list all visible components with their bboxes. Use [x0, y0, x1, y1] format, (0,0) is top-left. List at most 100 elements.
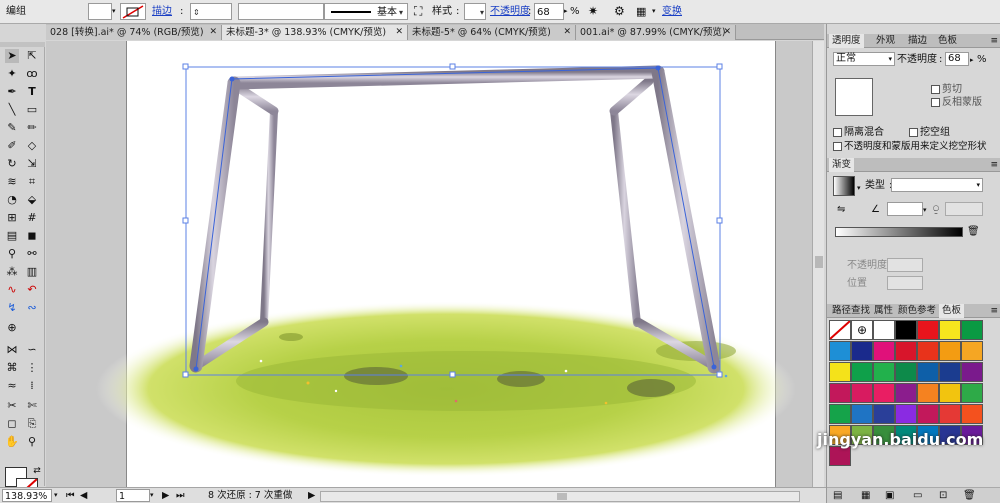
anchor-point[interactable]: [711, 364, 717, 370]
new-color-group-icon[interactable]: ▭: [913, 490, 922, 502]
close-icon[interactable]: ✕: [395, 25, 403, 40]
eyedropper-tool-icon[interactable]: ⚲: [5, 247, 19, 261]
swatch-library-icon[interactable]: ▤: [833, 490, 842, 502]
crystallize-tool-icon[interactable]: ⁞: [25, 379, 39, 393]
symbol-sprayer-tool-icon[interactable]: ⁂: [5, 265, 19, 279]
blend-mode-select[interactable]: 正常 ▾: [833, 52, 895, 66]
perspective-grid-tool-icon[interactable]: ⊞: [5, 211, 19, 225]
tab-document-028[interactable]: 028 [转换].ai* @ 74% (RGB/预览) ✕: [46, 25, 222, 40]
color-swatch[interactable]: [829, 362, 851, 382]
scale-tool-icon[interactable]: ⇲: [25, 157, 39, 171]
color-swatch[interactable]: [939, 383, 961, 403]
lasso-tool-icon[interactable]: ꝏ: [25, 67, 39, 81]
gradient-slider[interactable]: [835, 227, 963, 237]
tab-swatches[interactable]: 色板: [935, 34, 960, 48]
tab-transparency[interactable]: 透明度: [829, 34, 864, 48]
scrollbar-thumb[interactable]: [557, 493, 567, 500]
white-swatch[interactable]: [873, 320, 895, 340]
tab-gradient[interactable]: 渐变: [829, 158, 855, 172]
selection-handle[interactable]: [182, 217, 189, 224]
color-swatch[interactable]: [917, 383, 939, 403]
chevron-down-icon[interactable]: ▾: [150, 489, 154, 502]
next-page-icon[interactable]: ▶: [162, 489, 169, 502]
anchor-convert-tool-icon[interactable]: ∿: [5, 283, 19, 297]
line-tool-icon[interactable]: ╲: [5, 103, 19, 117]
color-swatch[interactable]: [939, 320, 961, 340]
direct-selection-tool-icon[interactable]: ⇱: [25, 49, 39, 63]
knockout-group-checkbox[interactable]: 挖空组: [909, 127, 950, 139]
show-swatch-kinds-icon[interactable]: ▦: [861, 490, 870, 502]
canvas-area[interactable]: [46, 41, 812, 487]
tab-stroke[interactable]: 描边: [905, 34, 930, 48]
color-swatch[interactable]: [961, 341, 983, 361]
none-swatch[interactable]: [829, 320, 851, 340]
trash-icon[interactable]: 🗑: [967, 226, 980, 238]
opacity-dropdown[interactable]: ▸: [564, 3, 568, 20]
last-page-icon[interactable]: ⏭: [176, 489, 185, 502]
align-icon[interactable]: ▦: [636, 3, 646, 20]
tab-appearance[interactable]: 外观: [873, 34, 898, 48]
recolor-artwork-icon[interactable]: ✷: [588, 3, 598, 20]
pucker-tool-icon[interactable]: ⌘: [5, 361, 19, 375]
gradient-preview-swatch[interactable]: [833, 176, 855, 196]
close-icon[interactable]: ✕: [723, 25, 731, 40]
color-swatch[interactable]: [939, 404, 961, 424]
color-swatch[interactable]: [851, 362, 873, 382]
color-swatch[interactable]: [829, 341, 851, 361]
tab-pathfinder[interactable]: 路径查找: [829, 304, 873, 318]
reshape-tool-icon[interactable]: ∾: [25, 301, 39, 315]
color-swatch[interactable]: [895, 341, 917, 361]
aspect-ratio-field[interactable]: [945, 202, 983, 216]
anchor-point[interactable]: [193, 366, 199, 372]
opacity-mask-checkbox[interactable]: 不透明度和蒙版用来定义挖空形状: [833, 141, 987, 153]
hand-tool-icon[interactable]: ✋: [5, 435, 19, 449]
selection-tool-icon[interactable]: ➤: [5, 49, 19, 63]
stroke-weight-field[interactable]: ⇕: [190, 3, 232, 20]
panel-menu-icon[interactable]: ≡: [990, 304, 998, 318]
color-swatch[interactable]: [851, 341, 873, 361]
artwork[interactable]: [46, 41, 812, 487]
type-tool-icon[interactable]: T: [25, 85, 39, 99]
selection-handle[interactable]: [716, 371, 723, 378]
selection-handle[interactable]: [182, 371, 189, 378]
panel-menu-icon[interactable]: ≡: [990, 34, 998, 48]
color-swatch[interactable]: [939, 362, 961, 382]
slice-tool-icon[interactable]: ✂: [5, 399, 19, 413]
shape-builder-tool-icon[interactable]: ◔: [5, 193, 19, 207]
anchor-point[interactable]: [229, 76, 235, 82]
column-graph-tool-icon[interactable]: ▥: [25, 265, 39, 279]
gradient-angle-field[interactable]: [887, 202, 923, 216]
chevron-down-icon[interactable]: ▾: [54, 489, 58, 502]
color-swatch[interactable]: [917, 362, 939, 382]
tab-swatches[interactable]: 色板: [939, 304, 965, 318]
color-swatch[interactable]: [851, 383, 873, 403]
pen-tool-icon[interactable]: ✒: [5, 85, 19, 99]
selection-handle[interactable]: [449, 371, 456, 378]
color-swatch[interactable]: [895, 404, 917, 424]
color-swatch[interactable]: [961, 362, 983, 382]
blob-brush-tool-icon[interactable]: ✐: [5, 139, 19, 153]
pencil-tool-icon[interactable]: ✏: [25, 121, 39, 135]
chevron-down-icon[interactable]: ▾: [652, 3, 656, 20]
blend-tool-icon[interactable]: ⚯: [25, 247, 39, 261]
opacity-input[interactable]: 68: [945, 52, 969, 66]
horizontal-scrollbar[interactable]: [320, 491, 800, 502]
first-page-icon[interactable]: ⏮: [66, 489, 75, 502]
color-swatch[interactable]: [873, 383, 895, 403]
bloat-tool-icon[interactable]: ⋮: [25, 361, 39, 375]
color-swatch[interactable]: [917, 320, 939, 340]
artboard-tool-icon[interactable]: ◻: [5, 417, 19, 431]
brush-definition[interactable]: 基本 ▾: [324, 3, 408, 20]
isolate-blending-checkbox[interactable]: 隔离混合: [833, 127, 884, 139]
rotate-tool-icon[interactable]: ↻: [5, 157, 19, 171]
transform-link[interactable]: 变换: [662, 3, 682, 20]
gear-icon[interactable]: ⚙: [614, 3, 625, 20]
new-swatch-icon[interactable]: ⊡: [939, 490, 947, 502]
swatch-options-icon[interactable]: ▣: [885, 490, 894, 502]
scrollbar-thumb[interactable]: [815, 256, 823, 268]
color-swatch[interactable]: [917, 341, 939, 361]
graphic-styles-icon[interactable]: ⛶: [414, 3, 422, 20]
tab-color-guide[interactable]: 颜色参考: [895, 304, 939, 318]
eraser-tool-icon[interactable]: ◇: [25, 139, 39, 153]
vertical-scrollbar[interactable]: [812, 41, 824, 487]
